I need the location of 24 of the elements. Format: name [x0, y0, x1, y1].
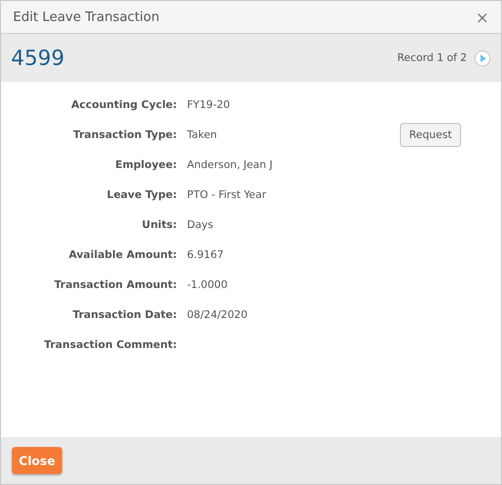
- field-label: Transaction Amount:: [53, 279, 177, 291]
- close-button[interactable]: Close: [12, 447, 62, 474]
- field-label: Available Amount:: [68, 249, 177, 261]
- field-label: Transaction Type:: [72, 129, 177, 141]
- close-button[interactable]: ×: [476, 8, 489, 26]
- field-label: Transaction Date:: [72, 309, 177, 321]
- field-value: 6.9167: [187, 249, 224, 261]
- field-label: Units:: [140, 219, 177, 231]
- window-title: Edit Leave Transaction: [13, 10, 160, 24]
- field-value: PTO - First Year: [187, 189, 266, 201]
- field-value: Anderson, Jean J: [187, 159, 273, 171]
- request-button[interactable]: Request: [400, 123, 461, 147]
- field-value: -1.0000: [187, 279, 228, 291]
- record-id: 4599: [11, 46, 64, 70]
- record-counter: Record 1 of 2: [397, 52, 467, 64]
- field-label: Transaction Comment:: [43, 339, 177, 351]
- field-label: Leave Type:: [106, 189, 177, 201]
- field-value: Days: [187, 219, 214, 231]
- field-value: 08/24/2020: [187, 309, 248, 321]
- next-record-icon[interactable]: [474, 50, 491, 66]
- field-value: FY19-20: [187, 99, 230, 111]
- field-label: Employee:: [114, 159, 177, 171]
- field-value: Taken: [187, 129, 217, 141]
- field-label: Accounting Cycle:: [70, 99, 177, 111]
